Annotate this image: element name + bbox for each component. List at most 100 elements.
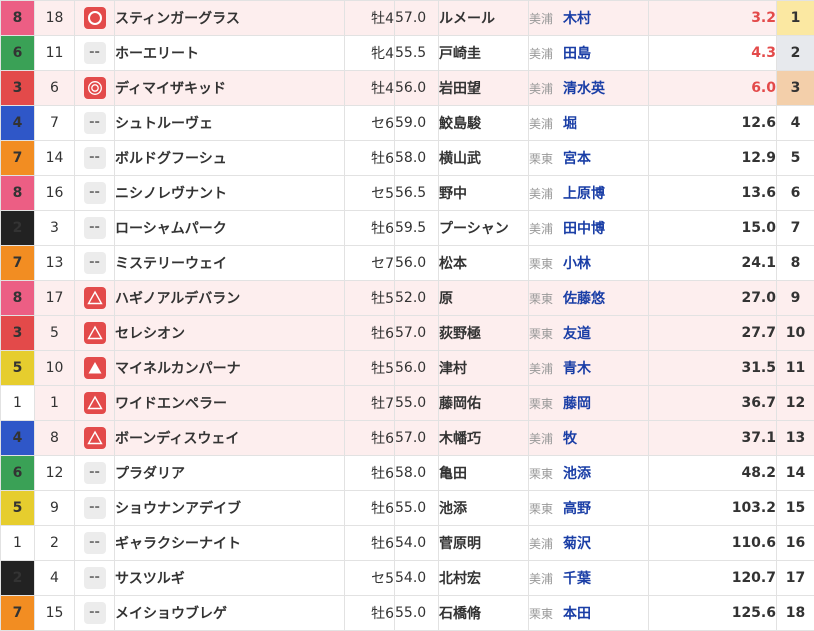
jockey-name-link[interactable]: 原 [439, 281, 529, 316]
horse-name-link[interactable]: サスツルギ [115, 561, 345, 596]
prediction-mark[interactable] [75, 421, 115, 456]
table-row[interactable]: 8 18 スティンガーグラス 牡4 57.0 ルメール 美浦木村 3.2 1 [1, 1, 814, 36]
horse-number: 11 [35, 36, 75, 71]
weight-carried: 54.0 [395, 526, 439, 561]
prediction-mark[interactable]: -- [75, 491, 115, 526]
table-row[interactable]: 7 15 -- メイショウブレゲ 牡6 55.0 石橋脩 栗東本田 125.6 … [1, 596, 814, 631]
trainer-link[interactable]: 美浦木村 [529, 1, 649, 36]
prediction-mark[interactable]: -- [75, 246, 115, 281]
trainer-link[interactable]: 美浦堀 [529, 106, 649, 141]
horse-name-link[interactable]: ワイドエンペラー [115, 386, 345, 421]
prediction-mark[interactable]: -- [75, 561, 115, 596]
prediction-mark[interactable]: -- [75, 596, 115, 631]
table-row[interactable]: 7 14 -- ボルドグフーシュ 牡6 58.0 横山武 栗東宮本 12.9 5 [1, 141, 814, 176]
horse-name-link[interactable]: ギャラクシーナイト [115, 526, 345, 561]
trainer-link[interactable]: 栗東小林 [529, 246, 649, 281]
horse-name-link[interactable]: ハギノアルデバラン [115, 281, 345, 316]
jockey-name-link[interactable]: 松本 [439, 246, 529, 281]
no-mark-icon: -- [84, 182, 106, 204]
jockey-name-link[interactable]: プーシャン [439, 211, 529, 246]
table-row[interactable]: 5 10 マイネルカンパーナ 牡5 56.0 津村 美浦青木 31.5 11 [1, 351, 814, 386]
jockey-name-link[interactable]: ルメール [439, 1, 529, 36]
table-row[interactable]: 3 5 セレシオン 牡6 57.0 荻野極 栗東友道 27.7 10 [1, 316, 814, 351]
jockey-name-link[interactable]: 荻野極 [439, 316, 529, 351]
prediction-mark[interactable]: -- [75, 456, 115, 491]
table-row[interactable]: 6 11 -- ホーエリート 牝4 55.5 戸崎圭 美浦田島 4.3 2 [1, 36, 814, 71]
jockey-name-link[interactable]: 菅原明 [439, 526, 529, 561]
table-row[interactable]: 8 17 ハギノアルデバラン 牡5 52.0 原 栗東佐藤悠 27.0 9 [1, 281, 814, 316]
horse-name-link[interactable]: ディマイザキッド [115, 71, 345, 106]
prediction-mark[interactable] [75, 281, 115, 316]
table-row[interactable]: 8 16 -- ニシノレヴナント セ5 56.5 野中 美浦上原博 13.6 6 [1, 176, 814, 211]
horse-name-link[interactable]: スティンガーグラス [115, 1, 345, 36]
horse-name-link[interactable]: ボーンディスウェイ [115, 421, 345, 456]
table-row[interactable]: 2 4 -- サスツルギ セ5 54.0 北村宏 美浦千葉 120.7 17 [1, 561, 814, 596]
trainer-link[interactable]: 美浦上原博 [529, 176, 649, 211]
waku-number: 8 [1, 281, 35, 316]
horse-name-link[interactable]: マイネルカンパーナ [115, 351, 345, 386]
table-row[interactable]: 4 7 -- シュトルーヴェ セ6 59.0 鮫島駿 美浦堀 12.6 4 [1, 106, 814, 141]
horse-name-link[interactable]: プラダリア [115, 456, 345, 491]
jockey-name-link[interactable]: 池添 [439, 491, 529, 526]
prediction-mark[interactable]: -- [75, 176, 115, 211]
horse-name-link[interactable]: ローシャムパーク [115, 211, 345, 246]
horse-name-link[interactable]: ニシノレヴナント [115, 176, 345, 211]
trainer-link[interactable]: 美浦青木 [529, 351, 649, 386]
jockey-name-link[interactable]: 横山武 [439, 141, 529, 176]
trainer-link[interactable]: 美浦田中博 [529, 211, 649, 246]
prediction-mark[interactable]: -- [75, 36, 115, 71]
prediction-mark[interactable] [75, 316, 115, 351]
prediction-mark[interactable] [75, 351, 115, 386]
trainer-link[interactable]: 美浦牧 [529, 421, 649, 456]
jockey-name-link[interactable]: 亀田 [439, 456, 529, 491]
popularity-rank: 8 [777, 246, 814, 281]
trainer-link[interactable]: 栗東高野 [529, 491, 649, 526]
prediction-mark[interactable]: -- [75, 106, 115, 141]
trainer-link[interactable]: 美浦清水英 [529, 71, 649, 106]
table-row[interactable]: 2 3 -- ローシャムパーク 牡6 59.5 プーシャン 美浦田中博 15.0… [1, 211, 814, 246]
table-row[interactable]: 6 12 -- プラダリア 牡6 58.0 亀田 栗東池添 48.2 14 [1, 456, 814, 491]
trainer-link[interactable]: 美浦菊沢 [529, 526, 649, 561]
jockey-name-link[interactable]: 藤岡佑 [439, 386, 529, 421]
table-row[interactable]: 7 13 -- ミステリーウェイ セ7 56.0 松本 栗東小林 24.1 8 [1, 246, 814, 281]
prediction-mark[interactable] [75, 1, 115, 36]
jockey-name-link[interactable]: 石橋脩 [439, 596, 529, 631]
horse-name-link[interactable]: ボルドグフーシュ [115, 141, 345, 176]
horse-number: 2 [35, 526, 75, 561]
trainer-link[interactable]: 栗東友道 [529, 316, 649, 351]
jockey-name-link[interactable]: 野中 [439, 176, 529, 211]
table-row[interactable]: 3 6 ディマイザキッド 牡4 56.0 岩田望 美浦清水英 6.0 3 [1, 71, 814, 106]
jockey-name-link[interactable]: 北村宏 [439, 561, 529, 596]
prediction-mark[interactable]: -- [75, 526, 115, 561]
prediction-mark[interactable] [75, 386, 115, 421]
jockey-name-link[interactable]: 岩田望 [439, 71, 529, 106]
table-row[interactable]: 1 2 -- ギャラクシーナイト 牡6 54.0 菅原明 美浦菊沢 110.6 … [1, 526, 814, 561]
table-row[interactable]: 4 8 ボーンディスウェイ 牡6 57.0 木幡巧 美浦牧 37.1 13 [1, 421, 814, 456]
horse-name-link[interactable]: ミステリーウェイ [115, 246, 345, 281]
trainer-link[interactable]: 栗東宮本 [529, 141, 649, 176]
trainer-link[interactable]: 栗東本田 [529, 596, 649, 631]
prediction-mark[interactable]: -- [75, 211, 115, 246]
horse-name-link[interactable]: メイショウブレゲ [115, 596, 345, 631]
horse-name-link[interactable]: セレシオン [115, 316, 345, 351]
trainer-link[interactable]: 美浦千葉 [529, 561, 649, 596]
horse-name-link[interactable]: ホーエリート [115, 36, 345, 71]
trainer-link[interactable]: 栗東池添 [529, 456, 649, 491]
prediction-mark[interactable] [75, 71, 115, 106]
triangle-outline-icon [84, 287, 106, 309]
jockey-name-link[interactable]: 津村 [439, 351, 529, 386]
trainer-link[interactable]: 栗東藤岡 [529, 386, 649, 421]
horse-name-link[interactable]: ショウナンアデイブ [115, 491, 345, 526]
jockey-name-link[interactable]: 木幡巧 [439, 421, 529, 456]
jockey-name-link[interactable]: 戸崎圭 [439, 36, 529, 71]
prediction-mark[interactable]: -- [75, 141, 115, 176]
jockey-name-link[interactable]: 鮫島駿 [439, 106, 529, 141]
horse-name-link[interactable]: シュトルーヴェ [115, 106, 345, 141]
trainer-link[interactable]: 栗東佐藤悠 [529, 281, 649, 316]
waku-number: 8 [1, 176, 35, 211]
no-mark-icon: -- [84, 217, 106, 239]
table-row[interactable]: 5 9 -- ショウナンアデイブ 牡6 55.0 池添 栗東高野 103.2 1… [1, 491, 814, 526]
table-row[interactable]: 1 1 ワイドエンペラー 牡7 55.0 藤岡佑 栗東藤岡 36.7 12 [1, 386, 814, 421]
trainer-link[interactable]: 美浦田島 [529, 36, 649, 71]
win-odds: 27.0 [649, 281, 777, 316]
